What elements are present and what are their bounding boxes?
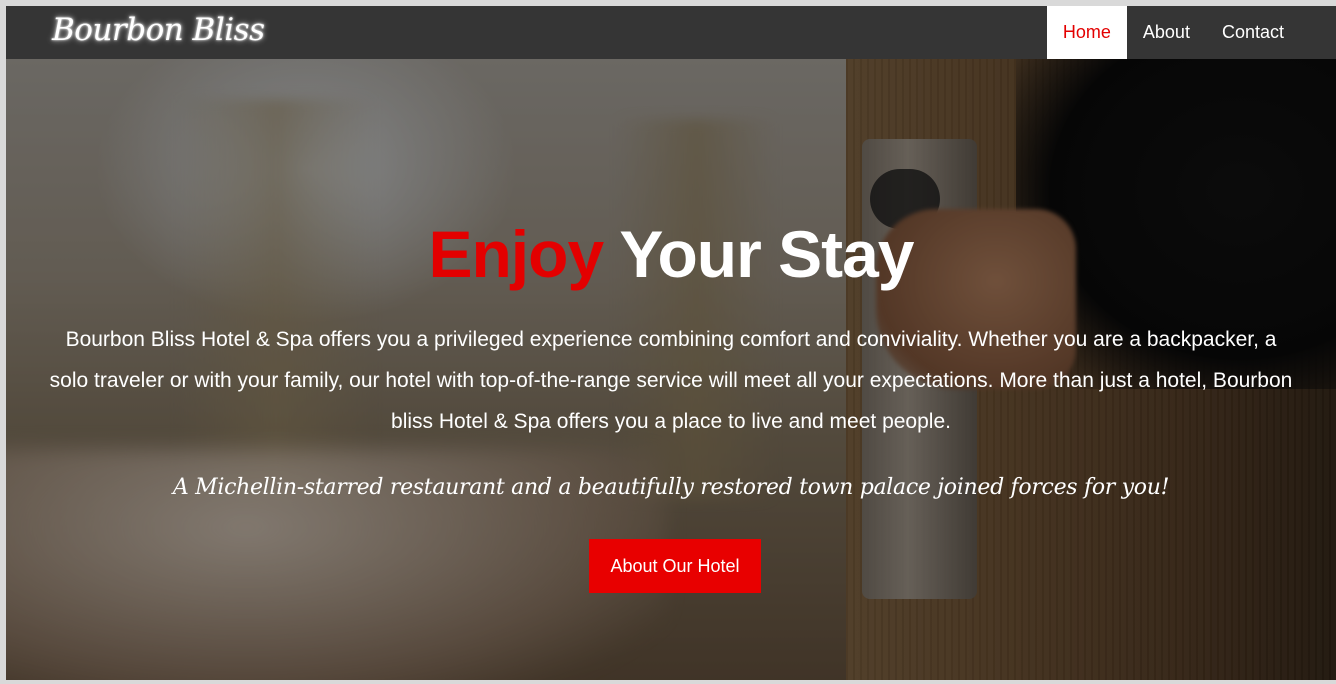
page-frame: Bourbon Bliss Home About Contact Enjoy Y… [6, 6, 1336, 680]
hero-description: Bourbon Bliss Hotel & Spa offers you a p… [49, 328, 1293, 433]
hero-tagline: A Michellin-starred restaurant and a bea… [172, 475, 1170, 500]
main-nav: Home About Contact [1046, 6, 1300, 59]
hero-content: Enjoy Your Stay Bourbon Bliss Hotel & Sp… [6, 59, 1336, 680]
about-hotel-button[interactable]: About Our Hotel [589, 539, 761, 593]
hero-section: Enjoy Your Stay Bourbon Bliss Hotel & Sp… [6, 59, 1336, 680]
navbar: Bourbon Bliss Home About Contact [6, 6, 1336, 59]
hero-title: Enjoy Your Stay [6, 209, 1336, 299]
hero-title-accent: Enjoy [428, 217, 604, 291]
nav-item-about[interactable]: About [1127, 6, 1206, 59]
nav-item-home[interactable]: Home [1046, 6, 1127, 59]
brand-logo[interactable]: Bourbon Bliss [52, 8, 265, 52]
nav-item-contact[interactable]: Contact [1206, 6, 1300, 59]
hero-title-rest: Your Stay [619, 217, 914, 291]
